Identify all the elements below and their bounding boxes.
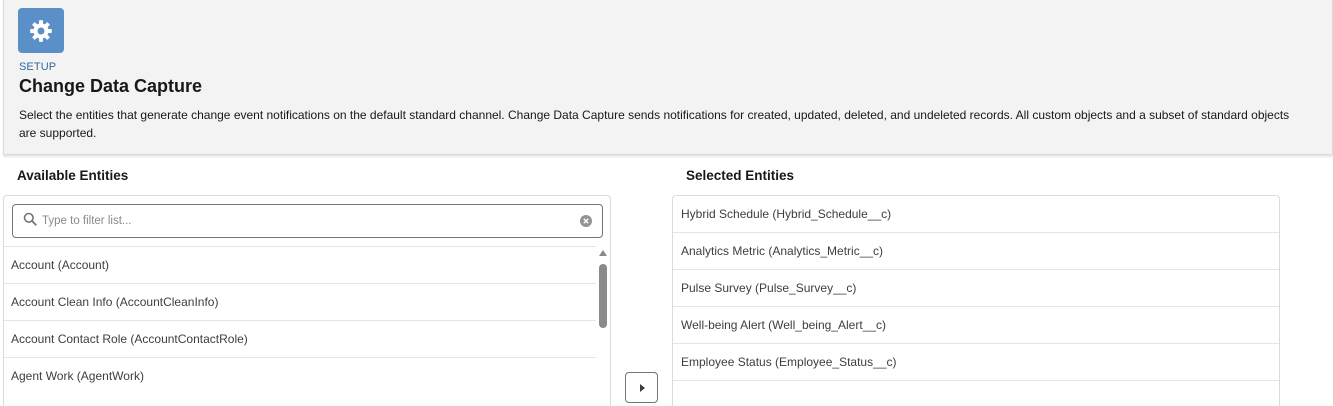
clear-icon[interactable] (580, 215, 592, 227)
filter-list-input[interactable] (42, 211, 572, 231)
page-title: Change Data Capture (19, 76, 203, 96)
scrollbar[interactable] (597, 248, 609, 406)
list-item[interactable]: Analytics Metric (Analytics_Metric__c) (673, 233, 1279, 270)
list-item[interactable]: Account Contact Role (AccountContactRole… (4, 320, 596, 357)
scroll-up-arrow-icon[interactable] (599, 250, 607, 256)
page-header: SETUP Change Data Capture Select the ent… (3, 0, 1333, 155)
list-item[interactable]: Pulse Survey (Pulse_Survey__c) (673, 270, 1279, 307)
available-entities-label: Available Entities (17, 168, 129, 183)
list-item[interactable]: Account Clean Info (AccountCleanInfo) (4, 283, 596, 320)
selected-entities-listbox: Hybrid Schedule (Hybrid_Schedule__c) Ana… (672, 195, 1280, 406)
available-entities-list: Account (Account) Account Clean Info (Ac… (4, 246, 596, 394)
search-icon (23, 212, 37, 226)
filter-search-box (12, 204, 603, 238)
chevron-right-icon (639, 383, 645, 392)
list-item[interactable]: Agent Work (AgentWork) (4, 357, 596, 394)
selected-entities-label: Selected Entities (686, 168, 795, 183)
page-description: Select the entities that generate change… (19, 108, 1290, 140)
setup-icon-tile (18, 8, 64, 53)
list-item[interactable]: Well-being Alert (Well_being_Alert__c) (673, 307, 1279, 344)
move-to-selected-button[interactable] (625, 372, 658, 403)
breadcrumb-setup: SETUP (19, 61, 57, 73)
list-item[interactable]: Hybrid Schedule (Hybrid_Schedule__c) (673, 196, 1279, 233)
available-entities-listbox: Account (Account) Account Clean Info (Ac… (3, 195, 611, 406)
gear-icon (30, 19, 52, 42)
list-item[interactable]: Account (Account) (4, 246, 596, 283)
list-item[interactable]: Employee Status (Employee_Status__c) (673, 344, 1279, 381)
scrollbar-thumb[interactable] (599, 264, 607, 328)
